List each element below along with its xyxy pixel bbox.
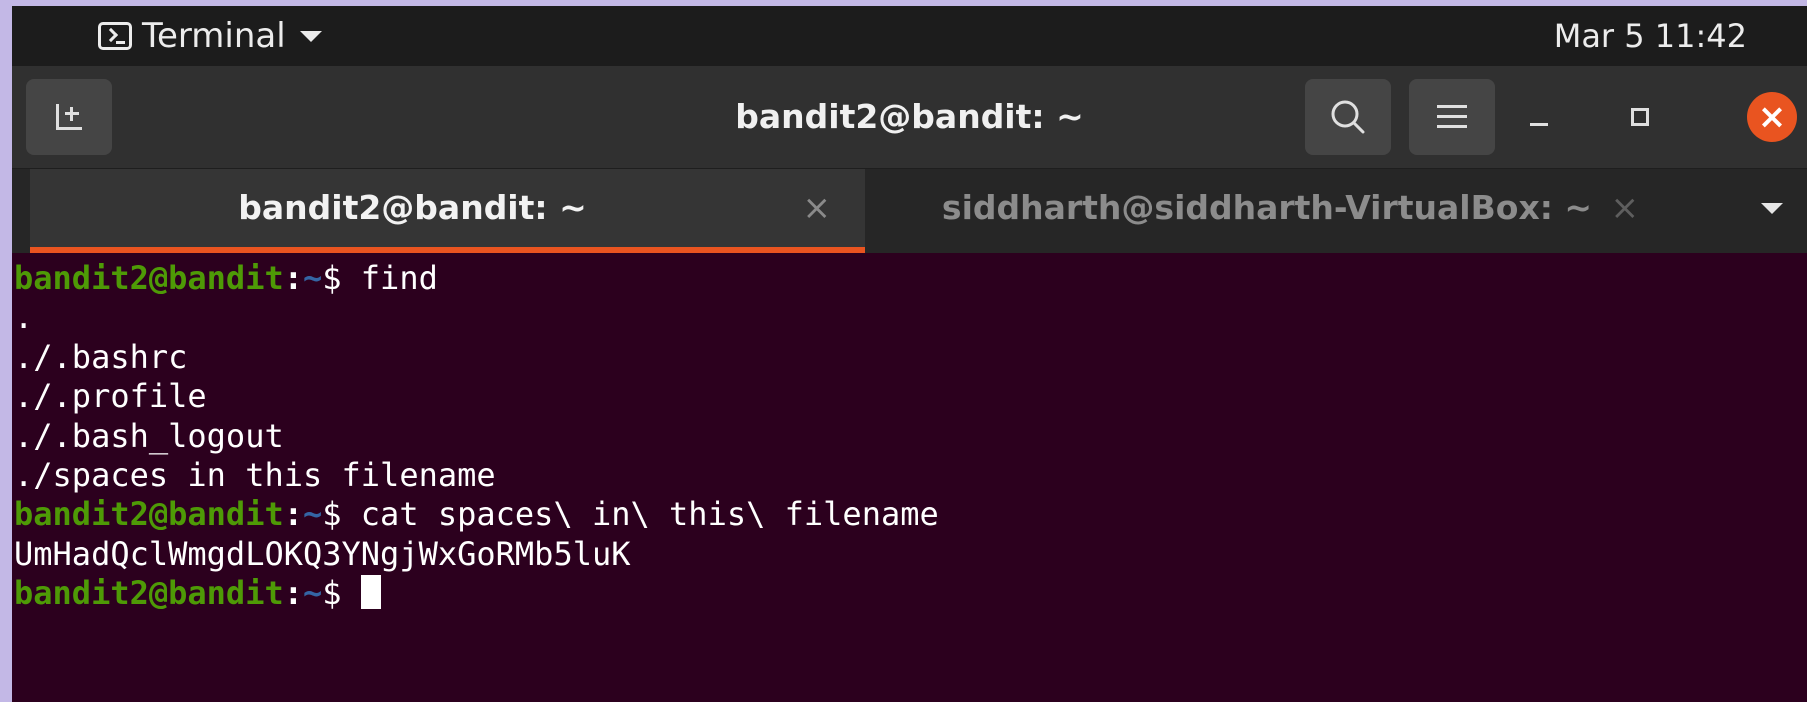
minimize-button[interactable]: [1514, 92, 1564, 142]
output-line: ./spaces in this filename: [12, 456, 1807, 495]
gnome-top-bar: Terminal Mar 5 11:42: [12, 6, 1807, 66]
menu-button[interactable]: [1409, 79, 1495, 155]
prompt-path: ~: [302, 495, 323, 534]
prompt-line: bandit2@bandit:~$ cat spaces\ in\ this\ …: [12, 495, 1807, 534]
terminal-app-icon: [98, 22, 132, 50]
maximize-button[interactable]: [1615, 92, 1665, 142]
prompt-colon: :: [283, 259, 303, 297]
command-text: find: [360, 259, 438, 297]
output-line: .: [12, 298, 1807, 337]
search-icon: [1331, 100, 1365, 134]
prompt-path: ~: [302, 574, 323, 613]
prompt-user: bandit2@bandit: [14, 259, 284, 297]
close-window-button[interactable]: ×: [1747, 92, 1797, 142]
tab-label: bandit2@bandit: ~: [238, 188, 587, 227]
text-cursor: [360, 575, 381, 610]
prompt-user: bandit2@bandit: [14, 495, 284, 534]
output-text: .: [14, 298, 34, 337]
clock[interactable]: Mar 5 11:42: [1554, 6, 1747, 66]
output-text: ./.profile: [14, 377, 207, 416]
header-bar: bandit2@bandit: ~ ×: [12, 66, 1807, 169]
minimize-icon: [1530, 122, 1548, 126]
output-text: ./spaces in this filename: [14, 455, 496, 494]
prompt-line: bandit2@bandit:~$: [12, 574, 1807, 613]
output-line: ./.profile: [12, 377, 1807, 416]
prompt-line: bandit2@bandit:~$ find: [12, 259, 1807, 298]
tab-list-chevron-icon[interactable]: [1761, 203, 1783, 214]
hamburger-menu-icon: [1437, 105, 1467, 128]
prompt-path: ~: [302, 259, 323, 297]
output-text: UmHadQclWmgdLOKQ3YNgjWxGoRMb5luK: [14, 534, 631, 573]
tab-close-icon[interactable]: ×: [1611, 169, 1640, 247]
prompt-symbol: $: [322, 574, 361, 613]
tab-bar: bandit2@bandit: ~ × siddharth@siddharth-…: [12, 169, 1807, 253]
chevron-down-icon: [299, 30, 322, 42]
output-text: ./.bash_logout: [14, 416, 284, 455]
close-icon: ×: [1747, 92, 1797, 142]
output-text: ./.bashrc: [14, 337, 188, 376]
prompt-user: bandit2@bandit: [14, 574, 284, 613]
prompt-symbol: $: [322, 495, 361, 534]
prompt-colon: :: [283, 574, 303, 613]
tab-label: siddharth@siddharth-VirtualBox: ~: [941, 188, 1593, 227]
search-button[interactable]: [1305, 79, 1391, 155]
app-menu[interactable]: Terminal: [98, 6, 322, 66]
tab-bandit2[interactable]: bandit2@bandit: ~ ×: [30, 169, 865, 253]
tab-siddharth[interactable]: siddharth@siddharth-VirtualBox: ~ ×: [865, 169, 1709, 253]
tab-close-icon[interactable]: ×: [803, 169, 832, 247]
prompt-colon: :: [283, 495, 303, 534]
prompt-symbol: $: [322, 259, 361, 297]
output-line: ./.bash_logout: [12, 417, 1807, 456]
output-line: ./.bashrc: [12, 338, 1807, 377]
terminal-window: Terminal Mar 5 11:42 bandit2@bandit: ~ ×…: [12, 6, 1807, 702]
command-text: cat spaces\ in\ this\ filename: [360, 495, 939, 534]
terminal-output[interactable]: bandit2@bandit:~$ find. ./.bashrc ./.profi…: [12, 253, 1807, 702]
output-line: UmHadQclWmgdLOKQ3YNgjWxGoRMb5luK: [12, 535, 1807, 574]
app-menu-label: Terminal: [142, 16, 286, 56]
maximize-icon: [1631, 108, 1649, 126]
